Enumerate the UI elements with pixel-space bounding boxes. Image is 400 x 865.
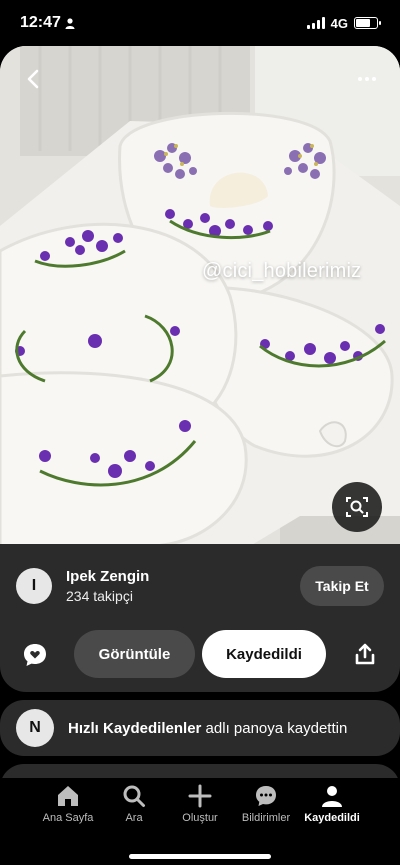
visual-search-icon <box>346 497 368 517</box>
battery-icon <box>354 17 381 29</box>
home-indicator <box>129 854 271 859</box>
tab-saved[interactable]: Kaydedildi <box>297 784 367 824</box>
comment-button[interactable] <box>22 642 48 673</box>
profile-icon <box>322 786 342 807</box>
creator-row: I Ipek Zengin 234 takipçi Takip Et <box>16 564 384 608</box>
creator-avatar[interactable]: I <box>16 568 52 604</box>
share-icon <box>355 643 375 665</box>
search-icon <box>123 785 145 807</box>
board-name[interactable]: Hızlı Kaydedilenler <box>68 720 201 737</box>
board-notice-text: adlı panoya kaydettin <box>205 719 348 737</box>
pin-card: @cici_hobilerimiz I Ipek Zengin 234 taki… <box>0 46 400 692</box>
signal-icon <box>306 17 325 29</box>
action-row: Görüntüle Kaydedildi <box>0 630 400 678</box>
status-bar: 12:47 4G <box>0 0 400 46</box>
more-horizontal-icon <box>358 77 362 81</box>
back-button[interactable] <box>18 64 48 94</box>
board-avatar: N <box>16 709 54 747</box>
person-icon <box>65 17 75 29</box>
tab-search[interactable]: Ara <box>99 784 169 824</box>
comment-heart-icon <box>24 644 46 666</box>
more-options-button[interactable] <box>352 64 382 94</box>
chevron-left-icon <box>27 69 39 89</box>
share-button[interactable] <box>354 642 376 671</box>
tab-notifications-label: Bildirimler <box>241 812 291 824</box>
saved-button[interactable]: Kaydedildi <box>202 630 326 678</box>
home-icon <box>58 786 78 806</box>
creator-name[interactable]: Ipek Zengin <box>66 568 300 585</box>
status-time: 12:47 <box>20 14 61 31</box>
view-button[interactable]: Görüntüle <box>74 630 195 678</box>
visual-search-button[interactable] <box>332 482 382 532</box>
tab-home[interactable]: Ana Sayfa <box>33 784 103 824</box>
creator-followers: 234 takipçi <box>66 588 133 604</box>
tab-home-label: Ana Sayfa <box>42 812 94 824</box>
tab-saved-label: Kaydedildi <box>304 812 360 824</box>
follow-button[interactable]: Takip Et <box>300 566 384 606</box>
saved-to-board-notice[interactable]: N Hızlı Kaydedilenler adlı panoya kaydet… <box>0 700 400 756</box>
plus-icon <box>188 784 212 808</box>
network-type: 4G <box>330 15 348 31</box>
embroidered-cloth-photo <box>0 46 400 546</box>
tab-create-label: Oluştur <box>182 812 218 824</box>
tab-create[interactable]: Oluştur <box>165 784 235 824</box>
tab-search-label: Ara <box>125 812 143 824</box>
chat-bubble-icon <box>256 786 276 806</box>
pin-image[interactable]: @cici_hobilerimiz <box>0 46 400 546</box>
tab-bar: Ana Sayfa Ara Oluştur Bildirimler Kayded… <box>0 778 400 865</box>
tab-notifications[interactable]: Bildirimler <box>231 784 301 824</box>
pin-watermark: @cici_hobilerimiz <box>202 260 362 282</box>
